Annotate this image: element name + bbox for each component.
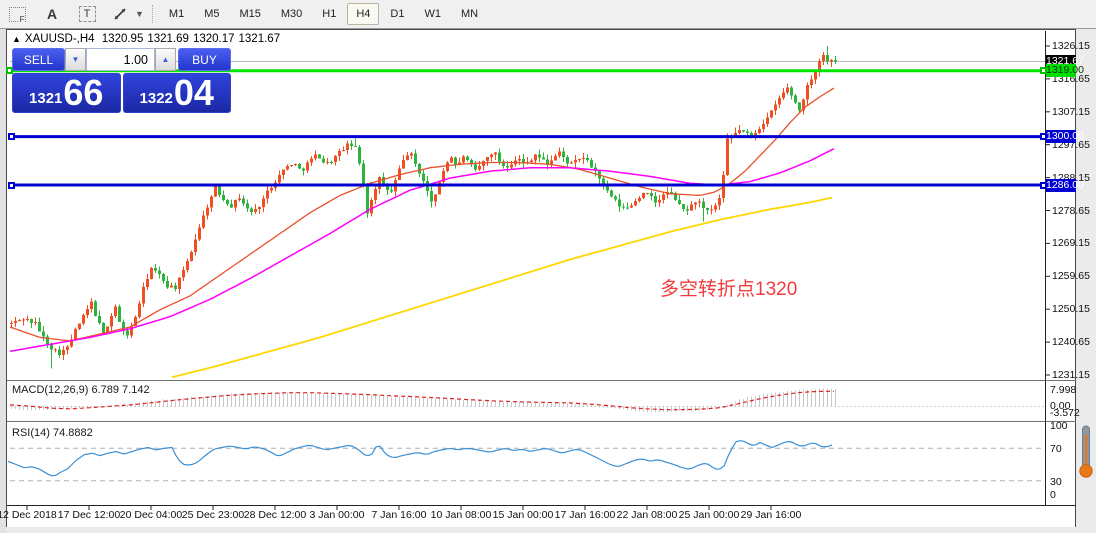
- rsi-tick-label: 100: [1050, 420, 1068, 432]
- date-tick-label: 7 Jan 16:00: [371, 509, 427, 521]
- date-tick-label: 17 Dec 12:00: [57, 509, 121, 521]
- thermometer-icon[interactable]: [1078, 425, 1094, 484]
- date-tick-label: 20 Dec 04:00: [119, 509, 183, 521]
- volume-decrease-button[interactable]: ▼: [65, 48, 86, 71]
- timeframe-button-m30[interactable]: M30: [272, 3, 311, 25]
- line-handle[interactable]: [1040, 67, 1047, 75]
- chart-title: ▲ XAUUSD-,H4 1320.95 1321.69 1320.17 1321.67: [12, 33, 284, 45]
- date-tick-label: 3 Jan 00:00: [309, 509, 365, 521]
- sell-price-minor: 66: [63, 71, 104, 113]
- price-tick-label: 1326.15: [1052, 40, 1090, 52]
- ohlc-high: 1321.69: [147, 33, 189, 45]
- symbol-label: XAUUSD-,H4: [24, 33, 95, 45]
- timeframe-button-h4[interactable]: H4: [347, 3, 380, 25]
- price-tick-label: 1307.15: [1052, 105, 1090, 118]
- top-toolbar: F A T ▼ M1 M5 M15 M30 H1 H4 D1 W1 MN: [0, 0, 1096, 29]
- trading-terminal: F A T ▼ M1 M5 M15 M30 H1 H4 D1 W1 MN ▲ XAUUSD-,H4…: [0, 0, 1096, 533]
- buy-button[interactable]: BUY: [178, 48, 231, 71]
- price-tag-1286-00: 1286.00: [1046, 178, 1084, 192]
- timeframe-button-mn[interactable]: MN: [452, 3, 487, 25]
- timeframe-button-m5[interactable]: M5: [195, 3, 228, 25]
- line-handle[interactable]: [8, 133, 15, 141]
- date-tick-label: 12 Dec 2018: [0, 509, 57, 521]
- sell-price-display[interactable]: 1321 66: [12, 73, 121, 113]
- price-tick-label: 1240.65: [1052, 336, 1090, 349]
- rsi-tick-label: 70: [1050, 443, 1062, 456]
- macd-pane[interactable]: [9, 388, 1045, 413]
- date-tick-label: 22 Jan 08:00: [616, 509, 678, 521]
- macd-tick-label: -3.572: [1050, 407, 1080, 419]
- ohlc-low: 1320.17: [192, 33, 235, 45]
- dropdown-caret-icon[interactable]: ▼: [135, 9, 144, 19]
- date-tick-label: 29 Jan 16:00: [740, 509, 802, 521]
- price-tick-label: 1259.65: [1052, 270, 1090, 283]
- rsi-pane[interactable]: [8, 440, 1045, 482]
- ma-fast-line: [9, 87, 835, 342]
- window-bottom-edge: [6, 527, 1077, 533]
- price-tick-label: 1269.15: [1052, 237, 1090, 250]
- sell-price-major: 1321: [29, 90, 63, 107]
- grid-f-icon[interactable]: F: [6, 3, 28, 25]
- rsi-tick-label: 30: [1050, 475, 1062, 488]
- macd-tick-label: 7.998: [1050, 384, 1077, 396]
- price-tick-label: 1231.15: [1052, 369, 1090, 381]
- date-tick-label: 10 Jan 08:00: [430, 509, 492, 521]
- date-tick-label: 25 Jan 00:00: [678, 509, 740, 521]
- rsi-label: RSI(14) 74.8882: [12, 427, 93, 439]
- timeframe-button-m15[interactable]: M15: [230, 3, 269, 25]
- text-box-icon[interactable]: T: [76, 3, 98, 25]
- line-handle[interactable]: [1040, 181, 1047, 189]
- price-tick-label: 1278.65: [1052, 204, 1090, 217]
- buy-price-major: 1322: [139, 90, 173, 107]
- cursor-arrows-icon[interactable]: [109, 3, 131, 25]
- price-tag-1300-00: 1300.00: [1046, 130, 1084, 144]
- ohlc-open: 1320.95: [101, 33, 144, 45]
- one-click-trade-panel: SELL ▼ 1.00 ▲ BUY 1321 66 1322 04: [12, 48, 231, 113]
- chart-annotation[interactable]: 多空转折点1320: [660, 274, 797, 301]
- sell-button[interactable]: SELL: [12, 48, 65, 71]
- date-tick-label: 25 Dec 23:00: [181, 509, 245, 521]
- toolbar-separator: [151, 5, 153, 23]
- macd-label: MACD(12,26,9) 6.789 7.142: [12, 384, 150, 396]
- price-tick-label: 1250.15: [1052, 303, 1090, 316]
- rsi-line: [8, 440, 833, 477]
- line-handle[interactable]: [1040, 133, 1047, 141]
- timeframe-button-m1[interactable]: M1: [160, 3, 193, 25]
- price-tag-1319-00: 1319.00: [1046, 64, 1084, 78]
- ohlc-close: 1321.67: [238, 33, 281, 45]
- volume-input[interactable]: 1.00: [86, 48, 155, 71]
- rsi-tick-label: 0: [1050, 489, 1056, 501]
- triangle-icon: ▲: [12, 34, 21, 44]
- buy-price-minor: 04: [173, 71, 214, 113]
- timeframe-button-w1[interactable]: W1: [415, 3, 450, 25]
- timeframe-bar: M1 M5 M15 M30 H1 H4 D1 W1 MN: [159, 0, 488, 29]
- date-tick-label: 28 Dec 12:00: [243, 509, 307, 521]
- date-tick-label: 17 Jan 16:00: [554, 509, 616, 521]
- timeframe-button-d1[interactable]: D1: [381, 3, 413, 25]
- timeframe-button-h1[interactable]: H1: [313, 3, 345, 25]
- line-handle[interactable]: [8, 181, 15, 189]
- buy-price-display[interactable]: 1322 04: [122, 71, 231, 113]
- volume-increase-button[interactable]: ▲: [155, 48, 176, 71]
- text-a-icon[interactable]: A: [41, 3, 63, 25]
- date-tick-label: 15 Jan 00:00: [492, 509, 554, 521]
